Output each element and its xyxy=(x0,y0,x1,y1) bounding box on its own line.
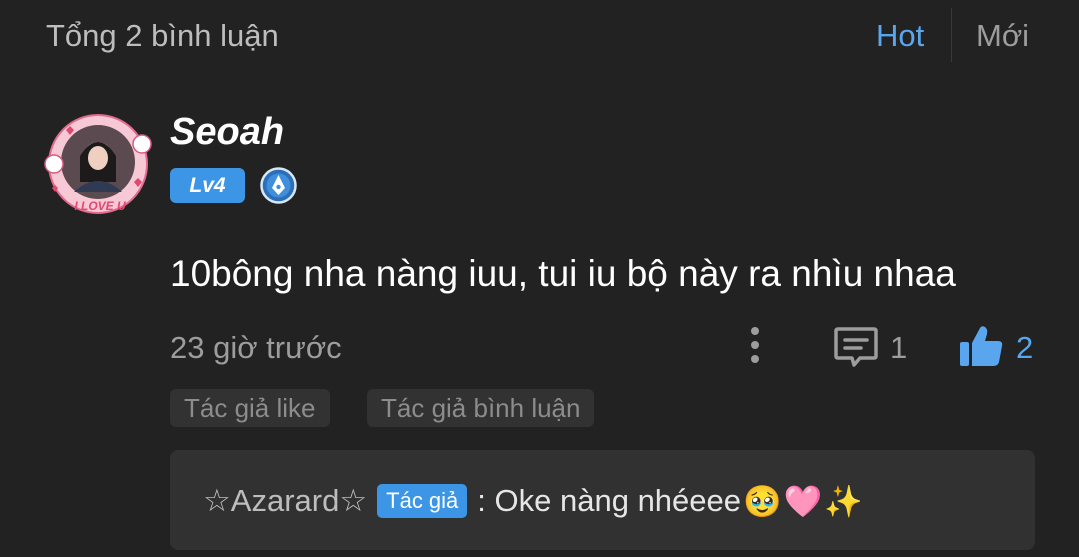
like-count: 2 xyxy=(1016,330,1034,365)
tag-author-replied: Tác giả bình luận xyxy=(367,389,595,427)
comment-total: Tổng 2 bình luận xyxy=(46,18,279,53)
sort-hot-tab[interactable]: Hot xyxy=(876,18,924,54)
reply-line: ☆Azarard☆ Tác giả : Oke nàng nhéeee 🥹 🩷 … xyxy=(203,481,863,521)
author-tag: Tác giả xyxy=(377,484,468,518)
reply-text: : Oke nàng nhéeee xyxy=(477,483,742,518)
comment-icon[interactable] xyxy=(833,325,879,369)
comments-header: Tổng 2 bình luận Hot Mới xyxy=(0,0,1079,75)
sort-new-tab[interactable]: Mới xyxy=(976,18,1029,54)
more-vertical-icon[interactable] xyxy=(745,325,765,367)
tag-author-liked: Tác giả like xyxy=(170,389,330,427)
sparkles-emoji: ✨ xyxy=(824,483,863,519)
reply-username[interactable]: ☆Azarard☆ xyxy=(203,483,367,519)
avatar-frame-text: I LOVE U xyxy=(74,199,126,213)
sort-divider xyxy=(951,8,952,62)
thumbs-up-icon[interactable] xyxy=(958,323,1004,369)
level-badge: Lv4 xyxy=(170,168,245,203)
avatar[interactable]: I LOVE U xyxy=(38,112,160,216)
comment-time: 23 giờ trước xyxy=(170,330,342,365)
pen-nib-badge-icon xyxy=(260,167,297,204)
comment-count: 1 xyxy=(890,330,908,365)
pleading-face-emoji: 🥹 xyxy=(743,483,782,519)
pink-heart-emoji: 🩷 xyxy=(783,483,823,519)
comment-text: 10bông nha nàng iuu, tui iu bộ này ra nh… xyxy=(170,253,956,294)
reply-box[interactable]: ☆Azarard☆ Tác giả : Oke nàng nhéeee 🥹 🩷 … xyxy=(170,450,1035,550)
username[interactable]: Seoah xyxy=(170,111,284,154)
